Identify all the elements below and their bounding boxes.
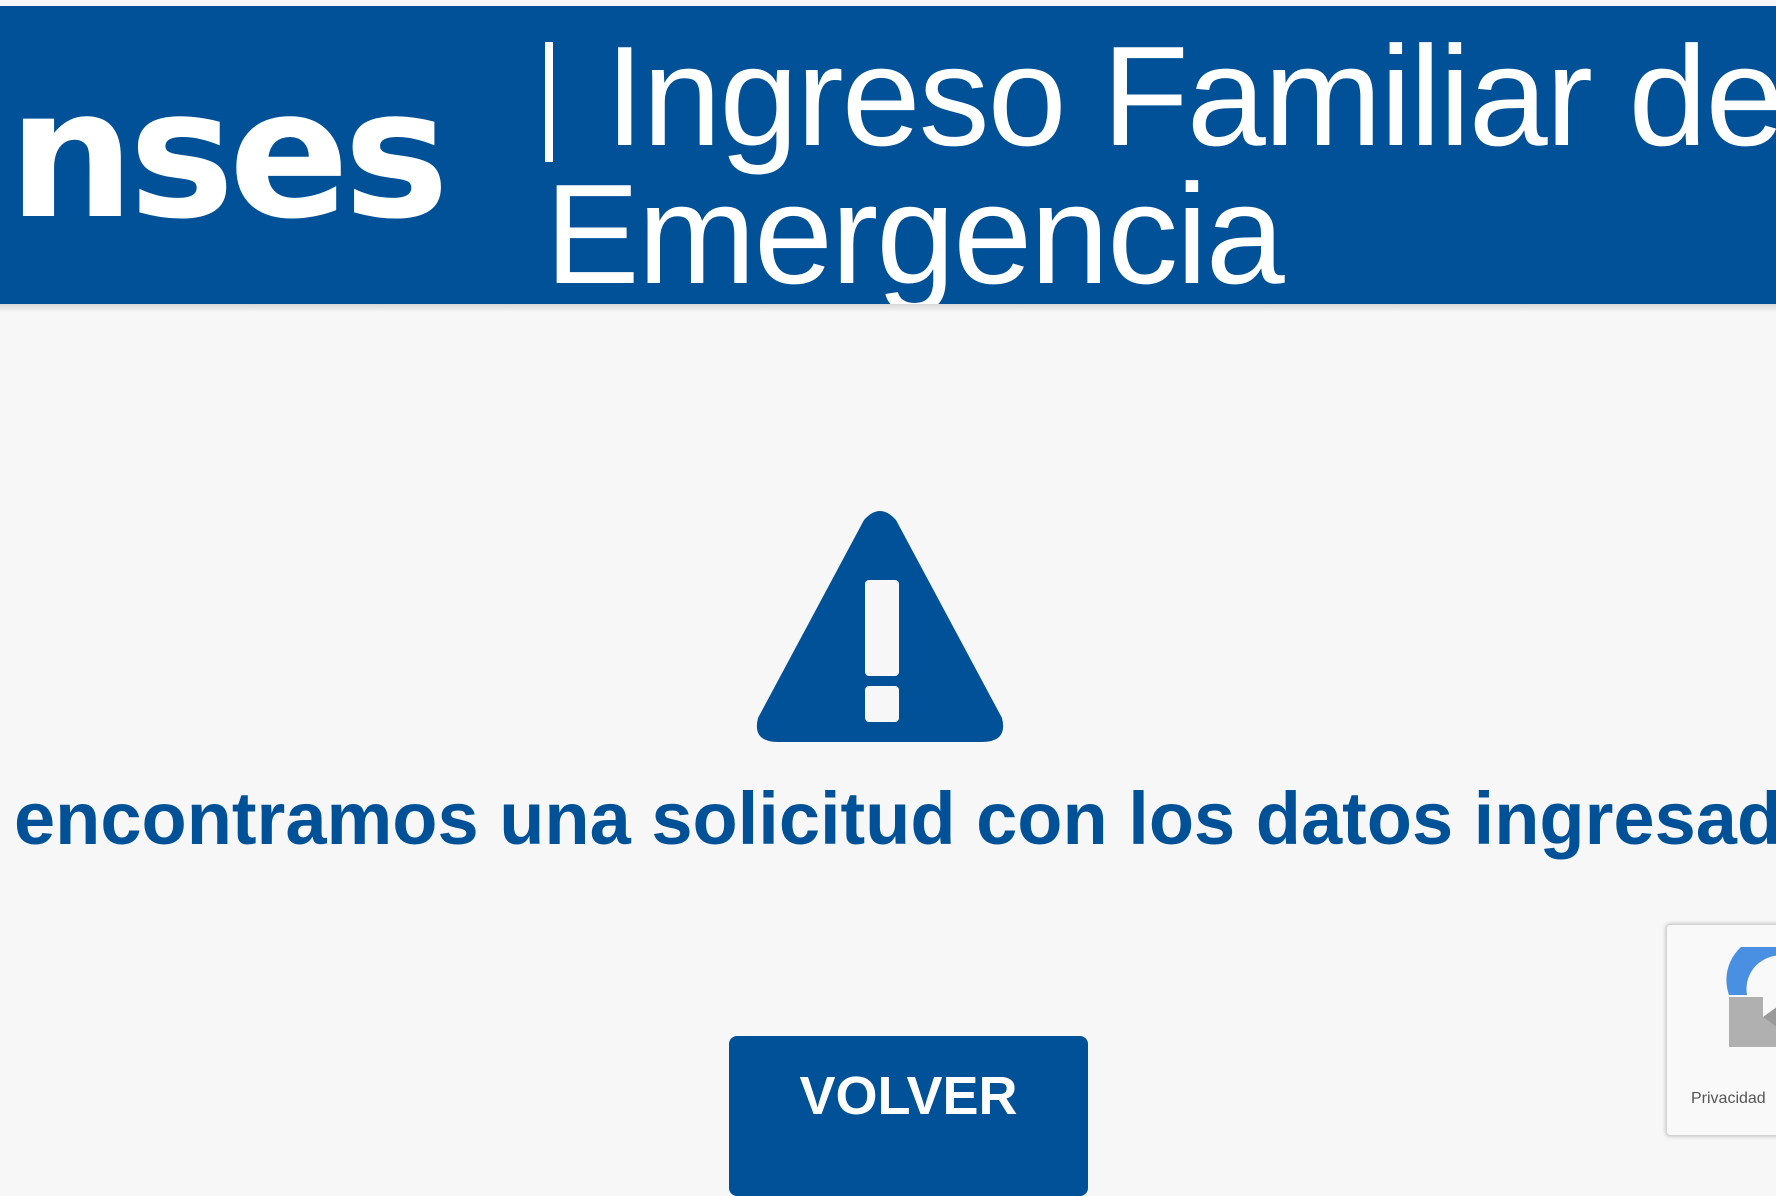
warning-icon	[756, 511, 1004, 742]
header-bar: nses Ingreso Familiar de Emergencia	[0, 6, 1776, 304]
page-title-line-1: Ingreso Familiar de	[605, 17, 1776, 176]
recaptcha-icon	[1726, 947, 1776, 1047]
error-message: encontramos una solicitud con los datos …	[14, 777, 1776, 860]
title-divider	[545, 42, 553, 162]
recaptcha-privacy-link[interactable]: Privacidad	[1691, 1090, 1766, 1108]
volver-button[interactable]: VOLVER	[729, 1036, 1088, 1196]
page-title-line-2: Emergencia	[545, 155, 1285, 305]
header-shadow	[0, 304, 1776, 312]
recaptcha-badge[interactable]: Privacidad	[1666, 924, 1776, 1136]
anses-logo[interactable]: nses	[8, 6, 449, 304]
